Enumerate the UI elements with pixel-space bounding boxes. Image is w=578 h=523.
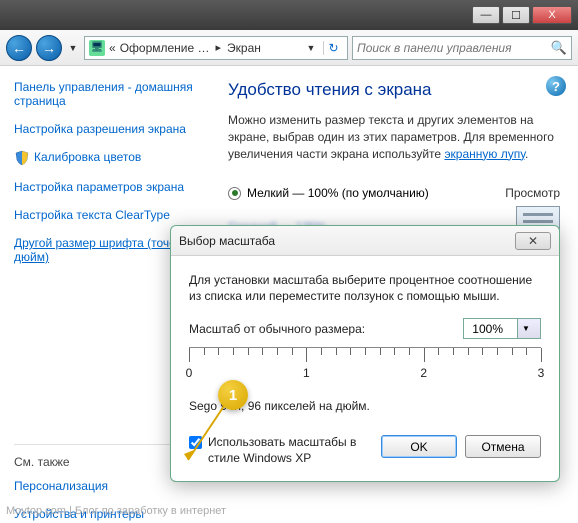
sidebar-item-resolution[interactable]: Настройка разрешения экрана <box>14 122 200 136</box>
nav-back-button[interactable]: ← <box>6 35 32 61</box>
nav-forward-button[interactable]: → <box>36 35 62 61</box>
sidebar-item-calibrate[interactable]: Калибровка цветов <box>34 150 141 164</box>
scale-label: Масштаб от обычного размера: <box>189 322 365 336</box>
search-box[interactable]: 🔍 <box>352 36 572 60</box>
scale-value: 100% <box>464 322 517 336</box>
shield-icon <box>14 150 30 166</box>
maximize-button[interactable]: ☐ <box>502 6 530 24</box>
scale-dialog: Выбор масштаба ✕ Для установки масштаба … <box>170 225 560 482</box>
sidebar-item-home[interactable]: Панель управления - домашняя страница <box>14 80 200 108</box>
watermark: Moytop.com | Блог по заработку в интерне… <box>6 505 226 517</box>
breadcrumb-prefix: « <box>109 41 116 55</box>
dialog-close-button[interactable]: ✕ <box>515 232 551 250</box>
address-dropdown[interactable]: ▼ <box>303 43 319 53</box>
breadcrumb-display[interactable]: Экран <box>227 41 261 55</box>
control-panel-icon: 🖥 <box>89 40 105 56</box>
font-sample: Sego 9 пт, 96 пикселей на дюйм. <box>189 399 541 413</box>
refresh-button[interactable]: ↻ <box>323 41 343 55</box>
nav-history-dropdown[interactable]: ▼ <box>66 43 80 53</box>
help-button[interactable]: ? <box>546 76 566 96</box>
search-input[interactable] <box>357 41 551 55</box>
ok-button[interactable]: OK <box>381 435 457 458</box>
close-button[interactable]: X <box>532 6 572 24</box>
cancel-button[interactable]: Отмена <box>465 435 541 458</box>
xp-style-checkbox[interactable] <box>189 436 202 449</box>
address-bar[interactable]: 🖥 « Оформление … ▸ Экран ▼ ↻ <box>84 36 348 60</box>
sidebar-item-display-settings[interactable]: Настройка параметров экрана <box>14 180 200 194</box>
dialog-title: Выбор масштаба <box>179 234 275 248</box>
scale-combobox[interactable]: 100% ▼ <box>463 318 541 339</box>
breadcrumb-appearance[interactable]: Оформление … <box>120 41 210 55</box>
magnifier-link[interactable]: экранную лупу <box>444 147 525 161</box>
radio-small-label: Мелкий — 100% (по умолчанию) <box>247 186 429 200</box>
minimize-button[interactable]: — <box>472 6 500 24</box>
page-title: Удобство чтения с экрана <box>228 80 560 100</box>
chevron-down-icon[interactable]: ▼ <box>517 319 540 338</box>
radio-small[interactable]: Мелкий — 100% (по умолчанию) <box>228 186 429 200</box>
xp-style-label: Использовать масштабы в стиле Windows XP <box>208 435 358 466</box>
radio-icon <box>228 187 241 200</box>
page-description: Можно изменить размер текста и других эл… <box>228 112 560 162</box>
preview-label: Просмотр <box>505 186 560 200</box>
search-icon[interactable]: 🔍 <box>551 40 567 56</box>
sidebar-item-cleartype[interactable]: Настройка текста ClearType <box>14 208 200 222</box>
scale-ruler[interactable]: 0123 <box>189 347 541 391</box>
chevron-right-icon: ▸ <box>214 41 224 54</box>
dialog-intro: Для установки масштаба выберите процентн… <box>189 272 541 304</box>
